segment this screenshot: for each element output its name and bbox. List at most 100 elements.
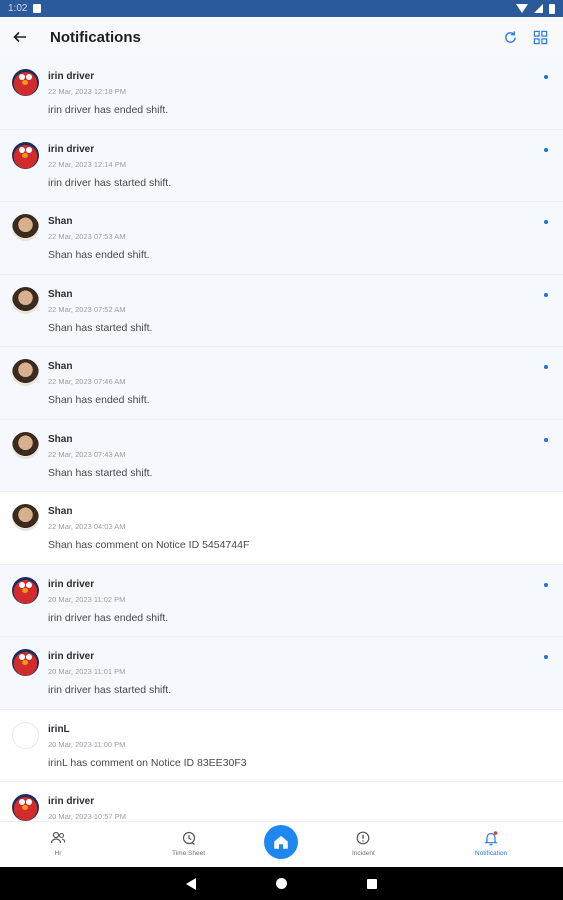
notification-sender: Shan [48,216,73,227]
notification-item[interactable]: irinL 20 Mar, 2023 11:00 PM irinL has comm… [0,709,563,782]
notification-timestamp: 20 Mar, 2023 11:01 PM [48,667,126,676]
notification-timestamp: 20 Mar, 2023 10:57 PM [48,812,126,821]
notification-sender: irinL [48,723,70,735]
notification-item[interactable]: Shan 22 Mar, 2023 07:53 AM Shan has ended … [0,202,563,275]
nav-incident[interactable]: Incident [352,822,375,857]
notification-content: irin driver 22 Mar, 2023 12:14 PM irin dri… [48,142,563,202]
notification-list: irin driver 22 Mar, 2023 12:18 PM irin dri… [0,57,563,821]
notification-content: irin driver 20 Mar, 2023 11:02 PM irin dri… [48,577,563,637]
unread-indicator [544,292,548,297]
avatar [12,359,39,386]
unread-indicator [544,75,548,79]
notification-message: irin driver has ended shift. [48,611,169,624]
notification-sender: Shan [48,361,73,372]
app-bar: Notifications [0,17,563,57]
notification-content: Shan 22 Mar, 2023 07:43 AM Shan has starte… [48,432,563,492]
grid-view-button[interactable] [531,28,549,46]
avatar [12,214,39,241]
notification-timestamp: 22 Mar, 2023 07:53 AM [48,232,126,241]
notification-content: Shan 22 Mar, 2023 07:53 AM Shan has ended … [48,214,563,274]
notification-message: Shan has ended shift. [48,394,150,406]
signal-icon [534,4,543,13]
notification-item[interactable]: Shan 22 Mar, 2023 07:52 AM Shan has starte… [0,274,563,347]
unread-indicator [544,582,548,587]
avatar [12,141,39,169]
status-time: 1:02 [8,3,28,14]
notification-message: irin driver has ended shift. [48,104,169,116]
notification-message: irin driver has started shift. [48,684,172,696]
notification-item[interactable]: Shan 22 Mar, 2023 07:46 AM Shan has ended … [0,347,563,420]
status-icons [516,3,555,14]
arrow-left-icon [13,31,26,43]
notification-sender: Shan [48,433,73,445]
notification-content: Shan 22 Mar, 2023 04:03 AM Shan has commen… [48,504,563,564]
nav-notification[interactable]: Notification [475,822,507,857]
notification-item[interactable]: irin driver 20 Mar, 2023 10:57 PM [0,782,563,821]
avatar [12,504,39,531]
avatar [12,649,39,676]
system-home-icon[interactable] [276,878,287,889]
system-recents-icon[interactable] [367,878,377,889]
notification-timestamp: 22 Mar, 2023 12:14 PM [48,159,126,169]
notification-content: Shan 22 Mar, 2023 07:52 AM Shan has starte… [48,287,563,347]
notification-sender: irin driver [48,578,95,590]
bottom-nav: Hr Time Sheet Incident Notification [0,821,563,867]
notification-content: irin driver 22 Mar, 2023 12:18 PM irin dri… [48,69,563,129]
timesheet-icon [182,831,195,845]
home-button[interactable] [264,825,298,859]
notification-timestamp: 22 Mar, 2023 07:43 AM [48,449,126,459]
avatar [12,286,39,314]
notification-status-icon [33,4,42,13]
refresh-button[interactable] [501,28,519,46]
app-actions [501,28,549,46]
nav-hr[interactable]: Hr [50,822,66,857]
notification-sender: irin driver [48,71,95,82]
notification-sender: Shan [48,506,73,517]
grid-icon [533,30,547,44]
users-icon [50,831,66,844]
bell-icon [484,831,498,846]
refresh-icon [504,30,516,43]
nav-time-sheet-label: Time Sheet [172,850,205,857]
unread-indicator [544,365,548,369]
incident-icon [356,831,370,845]
unread-indicator [544,655,548,659]
notification-message: irin driver has started shift. [48,176,172,189]
notification-item[interactable]: irin driver 22 Mar, 2023 12:14 PM irin dri… [0,129,563,202]
notification-content: irin driver 20 Mar, 2023 10:57 PM [48,794,563,821]
avatar [12,69,39,96]
notification-item[interactable]: irin driver 22 Mar, 2023 12:18 PM irin dri… [0,57,563,130]
system-back-icon[interactable] [186,877,196,890]
notification-message: Shan has ended shift. [48,249,150,261]
nav-time-sheet[interactable]: Time Sheet [172,822,205,857]
nav-notification-label: Notification [475,850,508,857]
home-icon [274,835,288,849]
notification-item[interactable]: Shan 22 Mar, 2023 04:03 AM Shan has commen… [0,492,563,565]
notification-timestamp: 22 Mar, 2023 07:46 AM [48,377,126,386]
unread-indicator [544,437,548,442]
notification-item[interactable]: irin driver 20 Mar, 2023 11:02 PM irin dri… [0,564,563,637]
notification-message: Shan has started shift. [48,466,153,479]
notification-sender: irin driver [48,651,95,662]
notification-sender: irin driver [48,143,95,155]
notification-content: irinL 20 Mar, 2023 11:00 PM irinL has comm… [48,722,563,782]
notification-item[interactable]: irin driver 20 Mar, 2023 11:01 PM irin dri… [0,637,563,710]
avatar [12,721,39,749]
notification-timestamp: 22 Mar, 2023 07:52 AM [48,304,126,314]
avatar [12,576,39,604]
notification-sender: irin driver [48,796,95,807]
back-button[interactable] [10,27,30,47]
notification-message: irinL has comment on Notice ID 83EE30F3 [48,756,247,769]
notification-timestamp: 20 Mar, 2023 11:00 PM [48,739,126,749]
battery-icon [549,3,555,14]
wifi-icon [516,4,528,13]
notification-item[interactable]: Shan 22 Mar, 2023 07:43 AM Shan has starte… [0,419,563,492]
nav-incident-label: Incident [352,850,375,857]
unread-indicator [544,147,548,152]
notification-timestamp: 22 Mar, 2023 12:18 PM [48,87,126,96]
notification-content: Shan 22 Mar, 2023 07:46 AM Shan has ended … [48,359,563,419]
status-bar: 1:02 [0,0,563,17]
notification-message: Shan has started shift. [48,321,153,334]
unread-indicator [544,220,548,224]
notification-content: irin driver 20 Mar, 2023 11:01 PM irin dri… [48,649,563,709]
